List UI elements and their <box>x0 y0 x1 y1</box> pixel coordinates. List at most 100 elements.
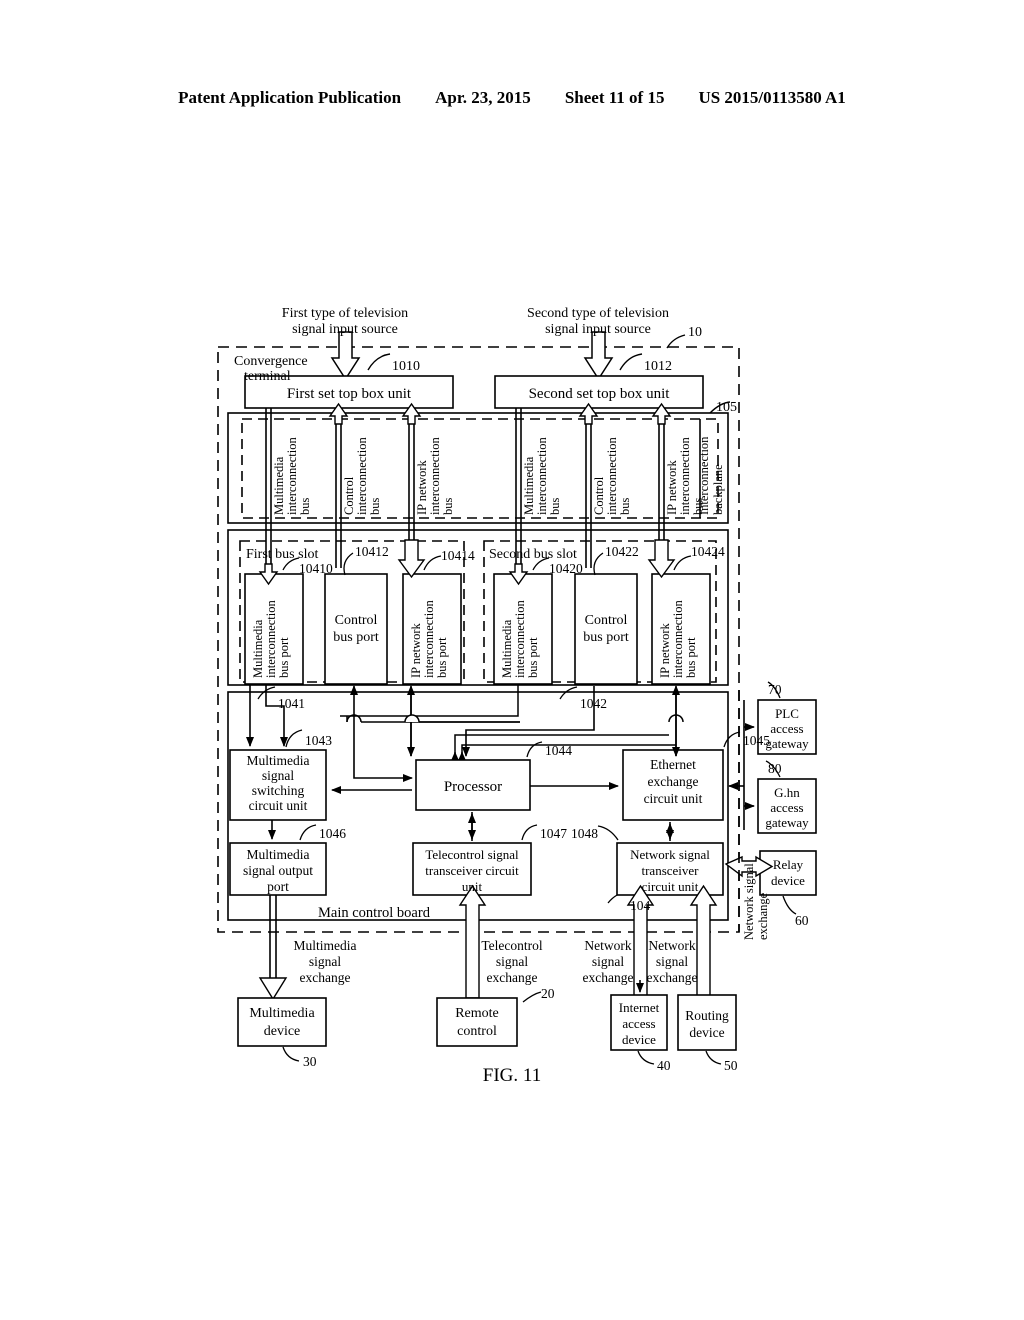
bus-left-1-line2: interconnection <box>355 437 369 515</box>
ref-20: 20 <box>541 986 555 1001</box>
ref-105: 105 <box>716 400 737 415</box>
second-bus-slot-title: Second bus slot <box>489 547 577 562</box>
mm-out-line2: signal output <box>243 863 313 878</box>
plc-line3: gateway <box>765 736 809 751</box>
first-mm-port-line3: bus port <box>277 637 291 678</box>
tc-exchange-line3: exchange <box>487 970 538 985</box>
mm-exchange-line2: signal <box>309 954 341 969</box>
first-bus-slot-title: First bus slot <box>246 547 318 562</box>
second-input-arrow <box>583 331 614 381</box>
ip-port-arrow-first <box>397 539 426 579</box>
ref-1043: 1043 <box>305 733 332 748</box>
convergence-terminal-line2: terminal <box>244 369 291 384</box>
bus-right-2-line2: interconnection <box>678 437 692 515</box>
ref-1042: 1042 <box>580 696 607 711</box>
tc-exchange-line2: signal <box>496 954 528 969</box>
second-control-port-line1: Control <box>585 613 628 628</box>
convergence-terminal-line1: Convergence <box>234 354 308 369</box>
ref-1012: 1012 <box>644 359 672 374</box>
second-mm-port-line1: Multimedia <box>500 619 514 678</box>
mm-out-line3: port <box>267 879 289 894</box>
ghn-line3: gateway <box>765 815 809 830</box>
network-exchange-side-line1: Network signal <box>742 863 756 940</box>
bus-right-0-line3: bus <box>548 498 562 516</box>
first-control-bus-port <box>324 573 388 685</box>
ref-10: 10 <box>688 325 702 340</box>
bus-left-0-line2: interconnection <box>285 437 299 515</box>
ghn-line2: access <box>770 800 803 815</box>
net-xcvr-line1: Network signal <box>630 847 710 862</box>
ref-1047: 1047 <box>540 826 567 841</box>
multimedia-down-arrow <box>258 977 288 1001</box>
first-input-arrow <box>330 331 361 381</box>
figure-11-diagram: First type of television signal input so… <box>217 306 817 1073</box>
bus-right-2-line1: IP network <box>665 460 679 515</box>
backplane-label-line1: Interconnection <box>697 436 711 515</box>
mm-switch-line1: Multimedia <box>247 753 310 768</box>
bus-left-1-line1: Control <box>342 476 356 515</box>
net-exchange-a-line2: signal <box>592 954 624 969</box>
relay-line2: device <box>771 873 805 888</box>
net-exchange-b-line2: signal <box>656 954 688 969</box>
ref-10420: 10420 <box>549 561 583 576</box>
net-exchange-b-line1: Network <box>648 938 695 953</box>
mm-switch-line4: circuit unit <box>249 798 308 813</box>
first-control-port-line2: bus port <box>333 630 379 645</box>
ref-80: 80 <box>768 761 782 776</box>
ref-1048: 1048 <box>571 826 598 841</box>
plc-line1: PLC <box>775 706 799 721</box>
ref-10414: 10414 <box>441 548 475 563</box>
bus-left-1-line3: bus <box>368 498 382 516</box>
internet-device-line2: access <box>622 1016 655 1031</box>
mm-out-line1: Multimedia <box>247 847 310 862</box>
first-mm-port-line1: Multimedia <box>251 619 265 678</box>
mm-switch-line2: signal <box>262 768 294 783</box>
interconnection-backplane-dashed <box>241 418 719 519</box>
telecontrol-line2: transceiver circuit <box>425 863 519 878</box>
net-xcvr-line3: circuit unit <box>642 879 699 894</box>
ethernet-line2: exchange <box>648 774 699 789</box>
ethernet-line3: circuit unit <box>644 791 703 806</box>
multimedia-device-line1: Multimedia <box>249 1006 315 1021</box>
ethernet-line1: Ethernet <box>650 757 696 772</box>
plc-line2: access <box>770 721 803 736</box>
first-input-source-line1: First type of television <box>282 306 408 321</box>
net-exchange-b-line3: exchange <box>647 970 698 985</box>
bus-left-2-line1: IP network <box>415 460 429 515</box>
telecontrol-line3: unit <box>462 879 483 894</box>
ref-1046: 1046 <box>319 826 346 841</box>
first-ip-port-line3: bus port <box>435 637 449 678</box>
relay-line1: Relay <box>773 857 804 872</box>
second-stb-label: Second set top box unit <box>529 386 671 402</box>
net-exchange-a-line3: exchange <box>583 970 634 985</box>
second-mm-port-line3: bus port <box>526 637 540 678</box>
first-mm-port-line2: interconnection <box>264 600 278 678</box>
first-control-port-line1: Control <box>335 613 378 628</box>
multimedia-device-line2: device <box>264 1024 301 1039</box>
ref-70: 70 <box>768 682 782 697</box>
bus-right-1-line3: bus <box>618 498 632 516</box>
internet-device-line1: Internet <box>619 1000 660 1015</box>
first-stb-label: First set top box unit <box>287 386 412 402</box>
remote-control-line1: Remote <box>455 1006 499 1021</box>
bus-left-0-line1: Multimedia <box>272 456 286 515</box>
ref-1041: 1041 <box>278 696 305 711</box>
second-control-port-line2: bus port <box>583 630 629 645</box>
net-exchange-a-line1: Network <box>584 938 631 953</box>
mm-exchange-line3: exchange <box>300 970 351 985</box>
net-xcvr-line2: transceiver <box>641 863 699 878</box>
ref-10424: 10424 <box>691 544 725 559</box>
telecontrol-line1: Telecontrol signal <box>425 847 519 862</box>
internet-device-line3: device <box>622 1032 656 1047</box>
second-ip-port-line2: interconnection <box>671 600 685 678</box>
second-ip-port-line1: IP network <box>658 623 672 678</box>
bus-right-0-line2: interconnection <box>535 437 549 515</box>
second-ip-port-line3: bus port <box>684 637 698 678</box>
ref-10410: 10410 <box>299 561 333 576</box>
patent-page: Patent Application Publication Apr. 23, 2… <box>0 0 1024 1320</box>
first-input-source-line2: signal input source <box>292 322 398 337</box>
bus-left-2-line2: interconnection <box>428 437 442 515</box>
mm-switch-line3: switching <box>252 783 305 798</box>
tc-exchange-line1: Telecontrol <box>481 938 543 953</box>
mm-exchange-line1: Multimedia <box>294 938 357 953</box>
